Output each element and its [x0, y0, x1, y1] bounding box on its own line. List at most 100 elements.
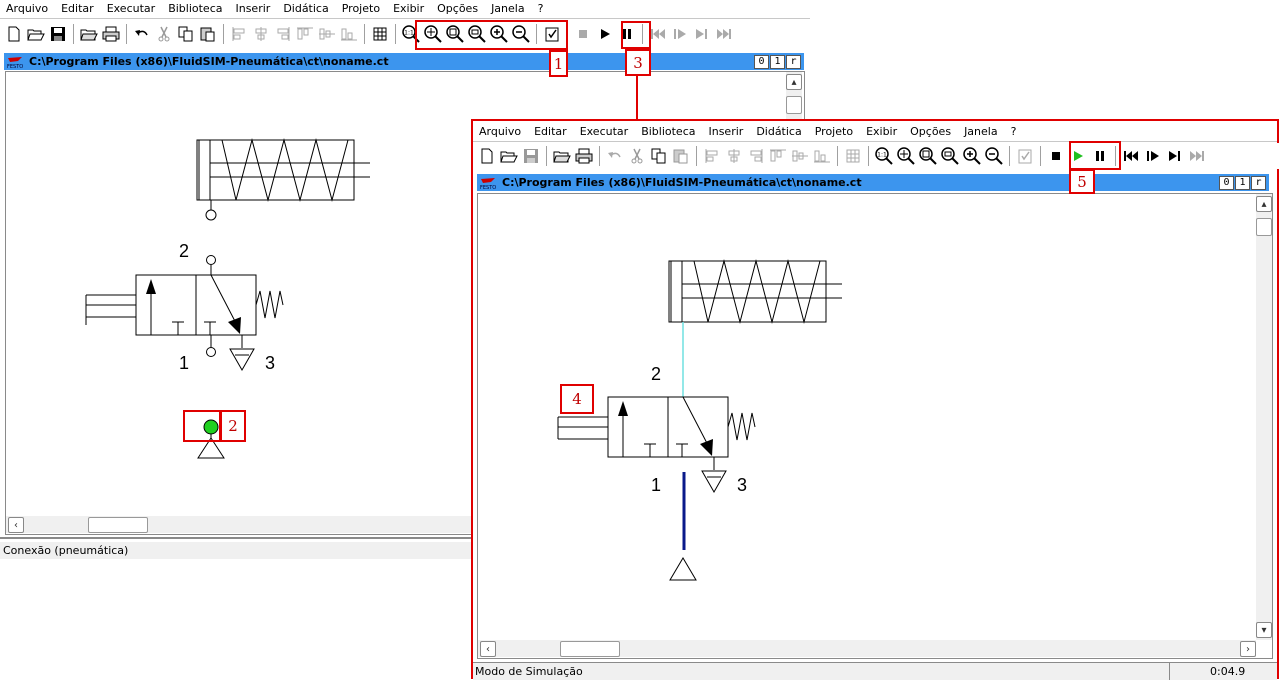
distribute-middle-icon[interactable]: [789, 145, 811, 167]
air-source[interactable]: [669, 557, 697, 581]
right-vertical-scrollbar[interactable]: ▴ ▾: [1256, 194, 1272, 640]
right-circuit-canvas[interactable]: 2 1 3 ▴ ▾ ‹ ›: [477, 193, 1273, 659]
step-end-icon[interactable]: [691, 23, 713, 45]
zoom-in-icon[interactable]: [961, 145, 983, 167]
menu-inserir[interactable]: Inserir: [702, 123, 750, 141]
status-divider: [1169, 663, 1170, 680]
undo-icon[interactable]: [131, 23, 153, 45]
open-folder-icon[interactable]: [78, 23, 100, 45]
menu-opcoes[interactable]: Opções: [431, 0, 485, 18]
distribute-top-icon[interactable]: [294, 23, 316, 45]
print-icon[interactable]: [100, 23, 122, 45]
menu-arquivo[interactable]: Arquivo: [0, 0, 55, 18]
maximize-button[interactable]: 1: [770, 54, 785, 69]
distribute-bottom-icon[interactable]: [338, 23, 360, 45]
cylinder[interactable]: [196, 138, 370, 221]
check-icon[interactable]: [1014, 145, 1036, 167]
zoom-100-icon[interactable]: 1:1: [873, 145, 895, 167]
right-horizontal-scrollbar[interactable]: ‹ ›: [478, 640, 1256, 657]
menu-biblioteca[interactable]: Biblioteca: [162, 0, 229, 18]
copy-icon[interactable]: [648, 145, 670, 167]
scroll-thumb[interactable]: [786, 96, 802, 114]
zoom-window-icon[interactable]: [917, 145, 939, 167]
cylinder[interactable]: [668, 259, 842, 324]
scroll-left-icon[interactable]: ‹: [8, 517, 24, 533]
align-center-icon[interactable]: [723, 145, 745, 167]
menu-editar[interactable]: Editar: [55, 0, 101, 18]
menu-arquivo[interactable]: Arquivo: [473, 123, 528, 141]
scroll-down-icon[interactable]: ▾: [1256, 622, 1272, 638]
cut-icon[interactable]: [626, 145, 648, 167]
undo-icon[interactable]: [604, 145, 626, 167]
menu-editar[interactable]: Editar: [528, 123, 574, 141]
menu-projeto[interactable]: Projeto: [809, 123, 860, 141]
window-buttons: 0 1 r: [1219, 175, 1266, 190]
menu-biblioteca[interactable]: Biblioteca: [635, 123, 702, 141]
menu-executar[interactable]: Executar: [574, 123, 636, 141]
step-icon[interactable]: [1142, 145, 1164, 167]
scroll-left-icon[interactable]: ‹: [480, 641, 496, 657]
zoom-all-icon[interactable]: [939, 145, 961, 167]
menu-didatica[interactable]: Didática: [750, 123, 808, 141]
restore-button[interactable]: r: [1251, 175, 1266, 190]
align-center-icon[interactable]: [250, 23, 272, 45]
print-icon[interactable]: [573, 145, 595, 167]
skip-start-icon[interactable]: [1120, 145, 1142, 167]
open-icon[interactable]: [25, 23, 47, 45]
align-right-icon[interactable]: [272, 23, 294, 45]
distribute-middle-icon[interactable]: [316, 23, 338, 45]
right-status-bar: Modo de Simulação 0:04.9: [473, 662, 1277, 680]
scroll-thumb[interactable]: [560, 641, 620, 657]
new-icon[interactable]: [3, 23, 25, 45]
skip-end-icon[interactable]: [713, 23, 735, 45]
minimize-button[interactable]: 0: [1219, 175, 1234, 190]
distribute-bottom-icon[interactable]: [811, 145, 833, 167]
step-icon[interactable]: [669, 23, 691, 45]
annotation-badge-5: 5: [1069, 169, 1095, 194]
menu-inserir[interactable]: Inserir: [229, 0, 277, 18]
stop-icon[interactable]: [572, 23, 594, 45]
open-icon[interactable]: [498, 145, 520, 167]
menu-exibir[interactable]: Exibir: [387, 0, 431, 18]
play-icon[interactable]: [594, 23, 616, 45]
grid-icon[interactable]: [369, 23, 391, 45]
paste-icon[interactable]: [670, 145, 692, 167]
save-icon[interactable]: [520, 145, 542, 167]
menu-janela[interactable]: Janela: [485, 0, 532, 18]
document-path: C:\Program Files (x86)\FluidSIM-Pneumáti…: [502, 176, 862, 189]
step-end-icon[interactable]: [1164, 145, 1186, 167]
new-icon[interactable]: [476, 145, 498, 167]
scroll-thumb[interactable]: [88, 517, 148, 533]
menu-didatica[interactable]: Didática: [277, 0, 335, 18]
skip-end-icon[interactable]: [1186, 145, 1208, 167]
stop-icon[interactable]: [1045, 145, 1067, 167]
scroll-up-icon[interactable]: ▴: [1256, 196, 1272, 212]
cut-icon[interactable]: [153, 23, 175, 45]
save-icon[interactable]: [47, 23, 69, 45]
menu-projeto[interactable]: Projeto: [336, 0, 387, 18]
annotation-box-sim-controls: [1069, 141, 1121, 170]
scroll-right-icon[interactable]: ›: [1240, 641, 1256, 657]
align-right-icon[interactable]: [745, 145, 767, 167]
distribute-top-icon[interactable]: [767, 145, 789, 167]
scroll-thumb[interactable]: [1256, 218, 1272, 236]
menu-janela[interactable]: Janela: [958, 123, 1005, 141]
maximize-button[interactable]: 1: [1235, 175, 1250, 190]
restore-button[interactable]: r: [786, 54, 801, 69]
open-folder-icon[interactable]: [551, 145, 573, 167]
menu-executar[interactable]: Executar: [101, 0, 163, 18]
align-left-icon[interactable]: [701, 145, 723, 167]
scroll-up-icon[interactable]: ▴: [786, 74, 802, 90]
copy-icon[interactable]: [175, 23, 197, 45]
zoom-fit-icon[interactable]: [895, 145, 917, 167]
annotation-connector: [636, 76, 638, 119]
menu-exibir[interactable]: Exibir: [860, 123, 904, 141]
menu-opcoes[interactable]: Opções: [904, 123, 958, 141]
align-left-icon[interactable]: [228, 23, 250, 45]
menu-help[interactable]: ?: [532, 0, 551, 18]
minimize-button[interactable]: 0: [754, 54, 769, 69]
zoom-out-icon[interactable]: [983, 145, 1005, 167]
grid-icon[interactable]: [842, 145, 864, 167]
menu-help[interactable]: ?: [1005, 123, 1024, 141]
paste-icon[interactable]: [197, 23, 219, 45]
